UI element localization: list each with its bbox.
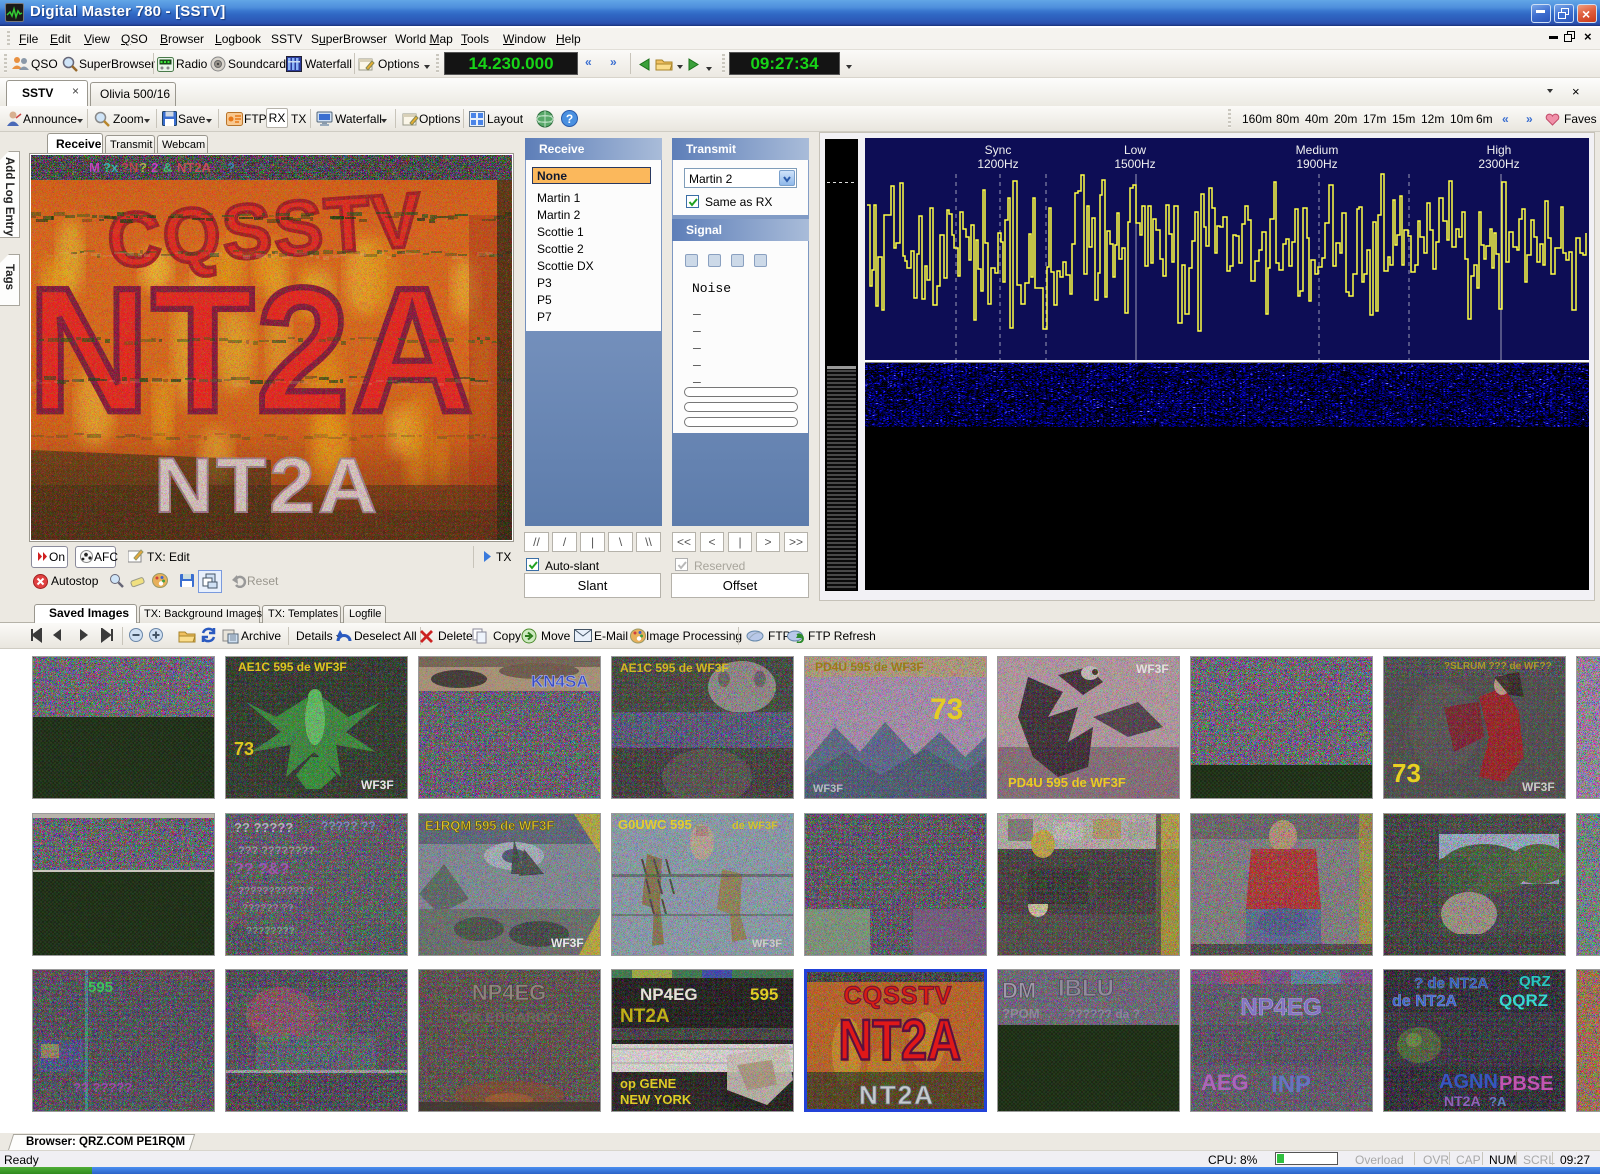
svg-text:NT2A: NT2A [1444, 1093, 1481, 1109]
svg-text:?????? ??: ?????? ?? [242, 903, 294, 914]
svg-text:73: 73 [1392, 758, 1421, 788]
svg-text:AEG: AEG [1201, 1070, 1249, 1095]
svg-text:595: 595 [750, 985, 778, 1004]
svg-text:Sync: Sync [985, 143, 1012, 157]
svg-text:op GENE: op GENE [620, 1076, 677, 1091]
svg-text:G0UWC 595: G0UWC 595 [618, 817, 692, 832]
svg-text:AGNN: AGNN [1439, 1071, 1498, 1093]
svg-text:NP4EG: NP4EG [1240, 994, 1321, 1021]
svg-text:?A: ?A [1489, 1094, 1507, 1109]
svg-text:73: 73 [930, 693, 963, 726]
svg-text:High: High [1487, 143, 1512, 157]
svg-text:QQRZ: QQRZ [1499, 991, 1548, 1010]
svg-text:1500Hz: 1500Hz [1114, 157, 1155, 171]
svg-text:WF3F: WF3F [813, 783, 843, 795]
svg-text:PBSE: PBSE [1499, 1073, 1553, 1095]
svg-text:595: 595 [88, 979, 113, 996]
svg-text:????????: ???????? [246, 926, 295, 937]
svg-text:??????????? ?: ??????????? ? [238, 886, 314, 897]
svg-text:?: ? [566, 112, 573, 126]
svg-text:WF3F: WF3F [752, 938, 782, 950]
svg-text:1900Hz: 1900Hz [1296, 157, 1337, 171]
svg-text:NT2A: NT2A [620, 1006, 670, 1027]
svg-text:WF3F: WF3F [1136, 662, 1169, 676]
svg-text:INP: INP [1271, 1071, 1311, 1098]
svg-text:1200Hz: 1200Hz [977, 157, 1018, 171]
svg-text:IBLU: IBLU [1058, 975, 1114, 1002]
svg-text:Low: Low [1124, 143, 1146, 157]
svg-text:WF3F: WF3F [361, 778, 394, 792]
svg-text:?????? da ?: ?????? da ? [1068, 1007, 1140, 1021]
svg-text:NEW YORK: NEW YORK [620, 1092, 692, 1107]
svg-text:OK EDGARDO: OK EDGARDO [461, 1009, 558, 1025]
svg-text:NP4EG: NP4EG [640, 985, 698, 1004]
svg-text:73: 73 [234, 739, 254, 759]
svg-text:AE1C 595 de WF3F: AE1C 595 de WF3F [238, 660, 347, 674]
svg-text:?? ?????: ?? ????? [234, 820, 293, 835]
svg-text:? de NT2A: ? de NT2A [1414, 975, 1488, 992]
svg-text:?? ?&?: ?? ?&? [234, 861, 289, 878]
svg-text:KN4SA: KN4SA [531, 672, 589, 691]
svg-text:QRZ: QRZ [1519, 973, 1551, 990]
svg-text:NT2A: NT2A [859, 1080, 935, 1110]
svg-text:de WF3F: de WF3F [732, 820, 778, 832]
svg-text:?SLRUM ??? de WF??: ?SLRUM ??? de WF?? [1444, 661, 1552, 672]
svg-text:PD4U 595 de WF3F: PD4U 595 de WF3F [1008, 775, 1126, 790]
svg-text:WF3F: WF3F [551, 936, 584, 950]
svg-text:?? ?????: ?? ????? [73, 1080, 132, 1095]
svg-text:Medium: Medium [1296, 143, 1339, 157]
svg-text:E1RQM 595 de WF3F: E1RQM 595 de WF3F [425, 818, 554, 833]
svg-text:NP4EG: NP4EG [472, 980, 547, 1005]
svg-text:de NT2A: de NT2A [1392, 993, 1457, 1010]
svg-text:CQSSTV: CQSSTV [844, 982, 953, 1010]
svg-text:NT2A: NT2A [839, 1009, 962, 1073]
svg-text:AE1C 595 de WF3F: AE1C 595 de WF3F [620, 661, 729, 675]
svg-text:?POM: ?POM [1002, 1006, 1040, 1021]
svg-text:??? ????????: ??? ???????? [238, 845, 315, 857]
svg-text:????? ??: ????? ?? [321, 819, 376, 833]
svg-text:WF3F: WF3F [1522, 780, 1555, 794]
svg-text:2300Hz: 2300Hz [1478, 157, 1519, 171]
svg-text:PD4U 595 de WF3F: PD4U 595 de WF3F [815, 660, 924, 674]
svg-text:DM: DM [1002, 978, 1036, 1003]
